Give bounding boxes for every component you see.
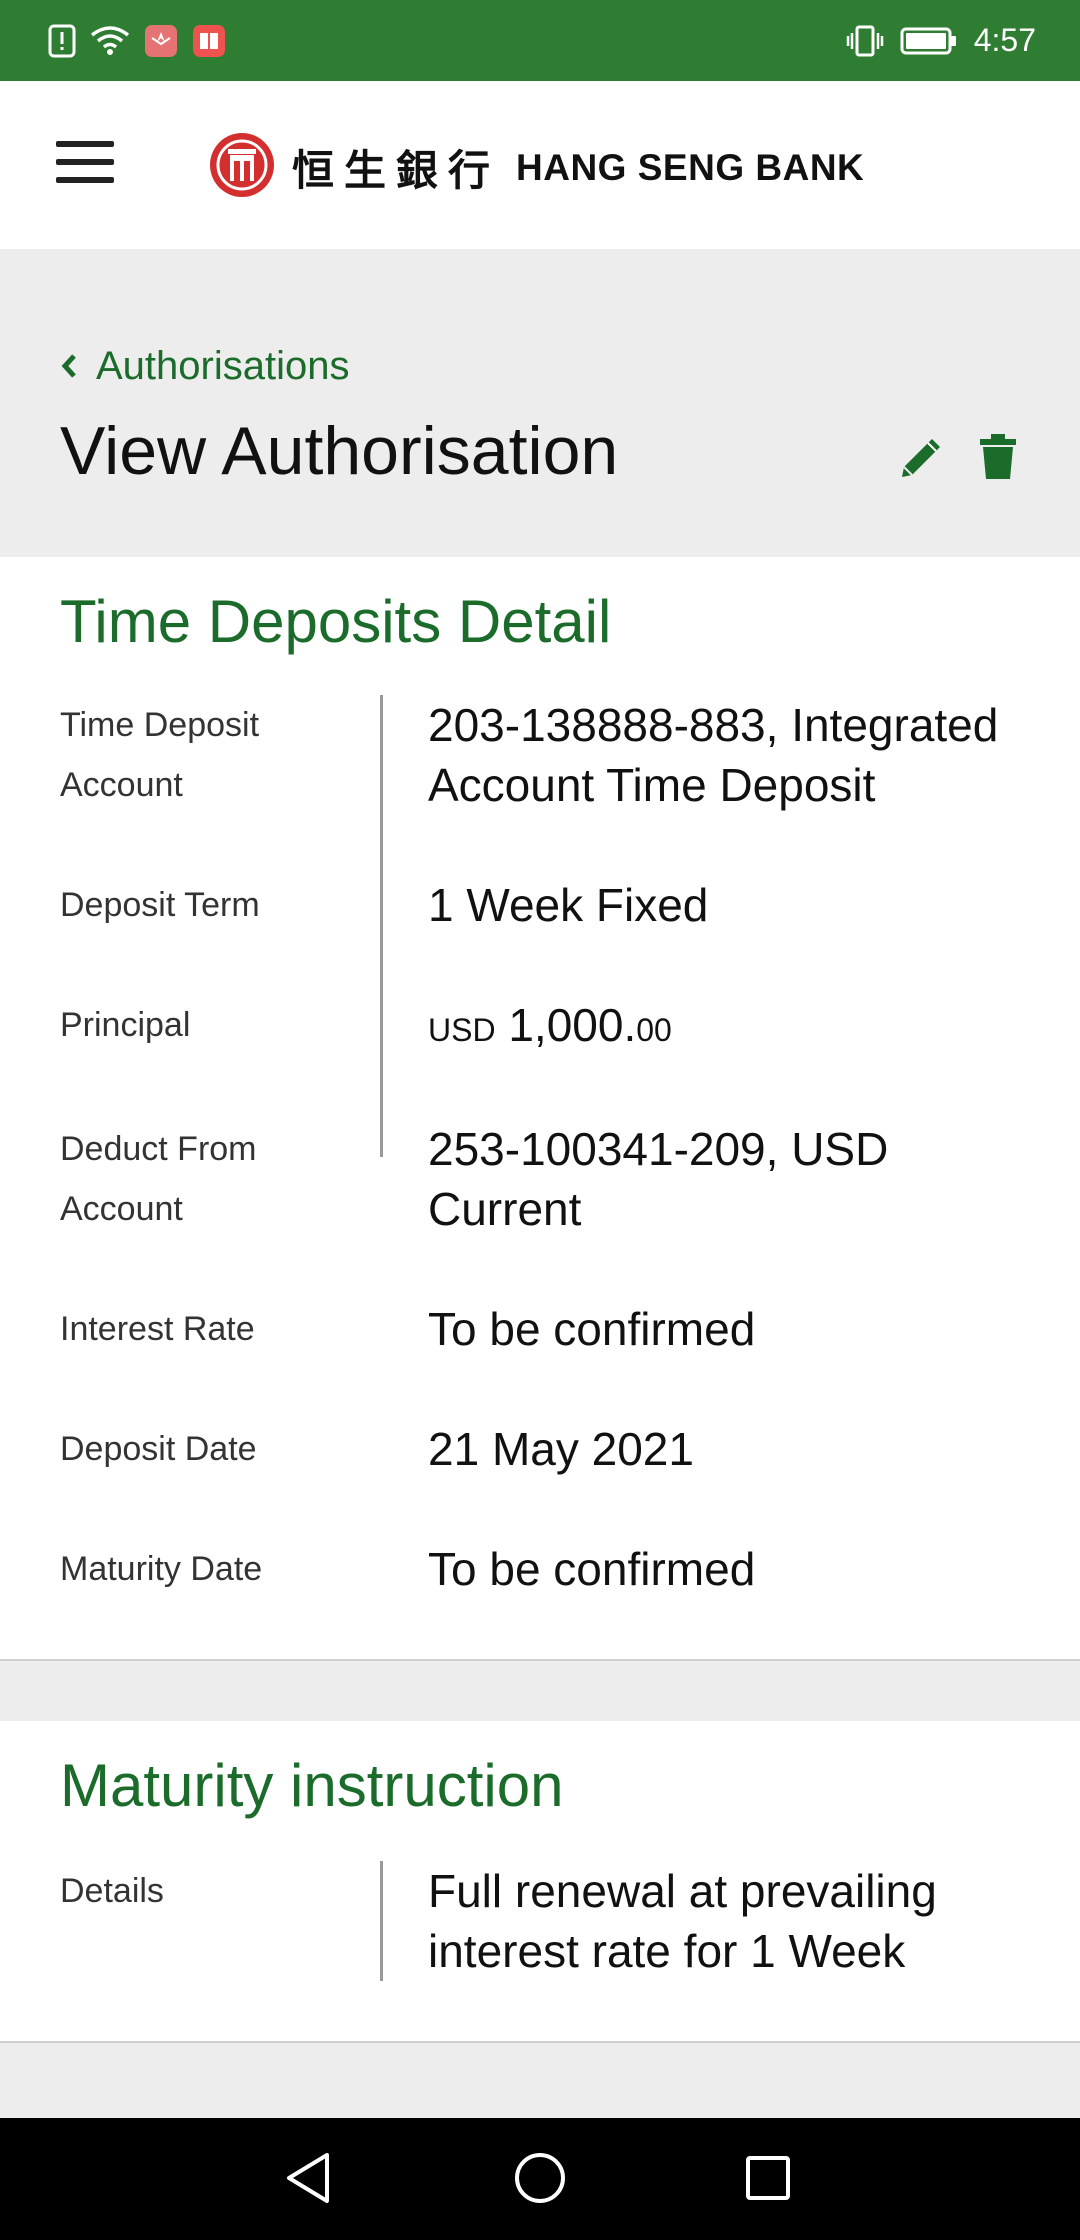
time-deposits-section: Time Deposits Detail Time Deposit Accoun… <box>0 557 1080 1661</box>
principal-amount: 1,000. <box>508 999 637 1051</box>
row-value-time-deposit-account: 203-138888-883, Integrated Account Time … <box>428 699 999 811</box>
column-divider <box>380 1861 383 1981</box>
maturity-instruction-section: Maturity instruction Details Full renewa… <box>0 1721 1080 2043</box>
principal-decimals: 00 <box>636 1012 672 1048</box>
column-divider <box>380 695 383 1157</box>
row-label-deduct-from-account: Deduct From Account <box>60 1130 257 1228</box>
chevron-left-icon <box>60 344 78 389</box>
square-recents-icon <box>744 2154 792 2207</box>
row-label-maturity-date: Maturity Date <box>60 1550 263 1588</box>
pencil-icon <box>898 433 946 486</box>
row-label-details: Details <box>60 1872 164 1910</box>
nav-home-button[interactable] <box>508 2148 572 2212</box>
vibrate-icon <box>846 24 884 58</box>
status-right: 4:57 <box>846 22 1036 59</box>
row-value-details: Full renewal at prevailing interest rate… <box>428 1865 937 1977</box>
section-title: Maturity instruction <box>60 1752 564 1819</box>
row-value-maturity-date: To be confirmed <box>428 1543 756 1595</box>
bank-logo[interactable]: 恒生銀行 HANG SENG BANK <box>208 131 864 204</box>
wifi-icon <box>90 25 130 57</box>
breadcrumb-label: Authorisations <box>96 344 350 388</box>
app-header: 恒生銀行 HANG SENG BANK <box>0 81 1080 249</box>
row-value-principal: USD 1,000.00 <box>428 995 1048 1060</box>
news-app-icon <box>192 24 226 58</box>
menu-line <box>56 141 114 147</box>
system-nav-bar <box>0 2118 1080 2240</box>
row-value-deduct-from-account: 253-100341-209, USD Current <box>428 1123 889 1235</box>
battery-icon <box>900 26 958 56</box>
menu-button[interactable] <box>56 141 114 183</box>
principal-currency: USD <box>428 1012 496 1048</box>
nav-back-button[interactable] <box>276 2148 340 2212</box>
logo-emblem-icon <box>208 131 276 204</box>
delete-button[interactable] <box>972 433 1024 485</box>
row-label-deposit-date: Deposit Date <box>60 1430 257 1468</box>
alert-sim-icon <box>48 24 76 58</box>
row-value-deposit-date: 21 May 2021 <box>428 1423 694 1475</box>
huawei-app-icon <box>144 24 178 58</box>
row-label-deposit-term: Deposit Term <box>60 886 260 924</box>
section-title: Time Deposits Detail <box>60 588 612 655</box>
circle-home-icon <box>513 2151 567 2210</box>
row-value-deposit-term: 1 Week Fixed <box>428 879 709 931</box>
menu-line <box>56 177 114 183</box>
status-time: 4:57 <box>973 22 1036 58</box>
logo-english-text: HANG SENG BANK <box>516 146 865 188</box>
menu-line <box>56 159 114 165</box>
page-heading: Authorisations View Authorisation <box>0 249 1080 557</box>
edit-button[interactable] <box>896 433 948 485</box>
breadcrumb-back-link[interactable]: Authorisations <box>60 344 349 389</box>
triangle-back-icon <box>283 2151 333 2210</box>
status-bar: 4:57 <box>0 0 1080 81</box>
nav-recents-button[interactable] <box>736 2148 800 2212</box>
trash-icon <box>978 433 1018 486</box>
row-label-interest-rate: Interest Rate <box>60 1310 255 1348</box>
row-label-time-deposit-account: Time Deposit Account <box>60 706 260 804</box>
row-value-interest-rate: To be confirmed <box>428 1303 756 1355</box>
status-left-icons <box>48 24 226 58</box>
row-label-principal: Principal <box>60 1006 191 1044</box>
page-title: View Authorisation <box>60 413 619 489</box>
logo-chinese-text: 恒生銀行 <box>292 146 501 195</box>
